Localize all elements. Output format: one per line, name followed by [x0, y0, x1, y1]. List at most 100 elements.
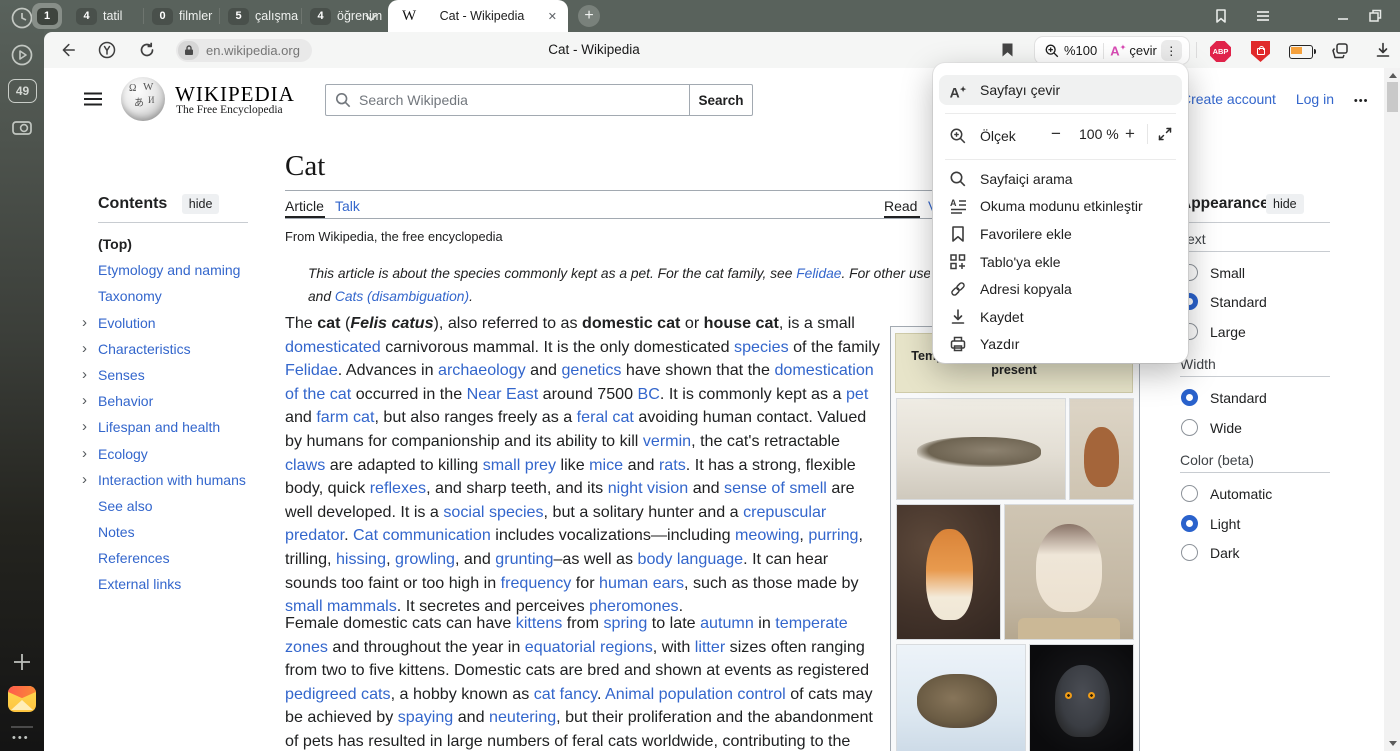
page-scrollbar[interactable]: [1384, 68, 1400, 751]
cat-photo-snow-tabby[interactable]: [897, 645, 1025, 751]
zoom-out-button[interactable]: −: [1051, 124, 1061, 144]
radio-width-standard[interactable]: [1181, 389, 1198, 406]
download-icon[interactable]: [1374, 41, 1392, 59]
zoom-in-button[interactable]: +: [1125, 124, 1135, 144]
lock-icon[interactable]: [178, 41, 199, 60]
groups-chevron-down-icon[interactable]: [364, 10, 378, 20]
toc-item[interactable]: ›Behavior: [98, 388, 283, 414]
toc-item[interactable]: ›Interaction with humans: [98, 467, 283, 493]
window-menu-icon[interactable]: [1254, 7, 1272, 25]
tab-close-icon[interactable]: ✕: [548, 10, 557, 23]
radio-color-automatic[interactable]: [1181, 485, 1198, 502]
chevron-right-icon[interactable]: ›: [82, 336, 87, 362]
scroll-up-arrow[interactable]: [1389, 73, 1397, 78]
chevron-right-icon[interactable]: ›: [82, 467, 87, 493]
toc-item[interactable]: Etymology and naming: [98, 257, 283, 283]
toc-item[interactable]: ›Senses: [98, 362, 283, 388]
radio-label[interactable]: Wide: [1210, 420, 1242, 436]
more-options-icon[interactable]: •••: [1354, 95, 1369, 107]
radio-color-dark[interactable]: [1181, 544, 1198, 561]
fullscreen-expand-icon[interactable]: [1157, 126, 1173, 142]
scrollbar-thumb[interactable]: [1387, 82, 1398, 112]
radio-color-light[interactable]: [1181, 515, 1198, 532]
menu-item-translate-page[interactable]: A✦ Sayfayı çevir: [939, 75, 1182, 105]
play-icon[interactable]: [9, 42, 35, 68]
chevron-right-icon[interactable]: ›: [82, 388, 87, 414]
translate-label[interactable]: çevir: [1129, 43, 1156, 58]
create-account-link[interactable]: Create account: [1181, 91, 1276, 107]
chevron-right-icon[interactable]: ›: [82, 441, 87, 467]
toc-item[interactable]: External links: [98, 571, 283, 597]
radio-label[interactable]: Automatic: [1210, 486, 1272, 502]
tab-talk[interactable]: Talk: [335, 198, 360, 214]
radio-width-wide[interactable]: [1181, 419, 1198, 436]
close-window-icon[interactable]: [1396, 7, 1400, 25]
cat-photo-gray[interactable]: [1030, 645, 1133, 751]
tab-article[interactable]: Article: [285, 198, 324, 214]
tab-group-filmler[interactable]: 0 filmler: [152, 6, 212, 26]
toc-item[interactable]: See also: [98, 493, 283, 519]
menu-item-print[interactable]: Yazdır: [939, 331, 1182, 359]
radio-label[interactable]: Standard: [1210, 390, 1267, 406]
wiki-search-button[interactable]: Search: [690, 84, 753, 116]
toc-item-top[interactable]: (Top): [98, 231, 283, 257]
wiki-search-input[interactable]: [357, 91, 689, 109]
cat-photo-abyssinian[interactable]: [1070, 399, 1133, 499]
shield-lock-icon[interactable]: [1251, 41, 1270, 62]
sidebar-more-dots-icon[interactable]: •••: [12, 732, 30, 744]
wiki-hamburger-icon[interactable]: [84, 92, 102, 106]
menu-item-add-to-favorites[interactable]: Favorilere ekle: [939, 220, 1182, 248]
chevron-right-icon[interactable]: ›: [82, 362, 87, 388]
toc-item[interactable]: ›Characteristics: [98, 336, 283, 362]
yandex-mail-icon[interactable]: [8, 686, 36, 712]
new-tab-button[interactable]: +: [578, 5, 600, 27]
toc-item[interactable]: ›Evolution: [98, 310, 283, 336]
menu-item-add-to-tableau[interactable]: Tablo'ya ekle: [939, 248, 1182, 276]
screen-share-icon[interactable]: [9, 115, 35, 141]
tab-group-tatil[interactable]: 4 tatil: [76, 6, 122, 26]
radio-label[interactable]: Standard: [1210, 294, 1267, 310]
tab-counter-badge[interactable]: 49: [8, 79, 37, 103]
toc-item[interactable]: References: [98, 545, 283, 571]
back-icon[interactable]: [58, 41, 76, 59]
side-panel-icon[interactable]: [1212, 7, 1230, 25]
bookmark-flag-icon[interactable]: [1000, 42, 1015, 58]
restore-window-icon[interactable]: [1366, 7, 1384, 25]
sidebar-plus-icon[interactable]: [9, 649, 35, 675]
chevron-right-icon[interactable]: ›: [82, 310, 87, 336]
radio-label[interactable]: Small: [1210, 265, 1245, 281]
menu-item-find-in-page[interactable]: Sayfaiçi arama: [939, 165, 1182, 193]
minimize-icon[interactable]: [1334, 7, 1352, 25]
abp-icon[interactable]: ABP: [1210, 41, 1231, 62]
log-in-link[interactable]: Log in: [1296, 91, 1334, 107]
menu-item-copy-address[interactable]: Adresi kopyala: [939, 275, 1182, 303]
cat-photo-siamese[interactable]: [1005, 505, 1133, 639]
radio-label[interactable]: Large: [1210, 324, 1246, 340]
cat-photo-ginger-white[interactable]: [897, 505, 1000, 639]
menu-item-reader-mode[interactable]: A Okuma modunu etkinleştir: [939, 193, 1182, 221]
tab-group-active[interactable]: 1: [32, 3, 62, 29]
tab-read[interactable]: Read: [884, 198, 917, 214]
appearance-hide-button[interactable]: hide: [1266, 194, 1304, 214]
cat-photo-tabby-lying[interactable]: [897, 399, 1065, 499]
radio-label[interactable]: Light: [1210, 516, 1240, 532]
tab-group-calisma[interactable]: 5 çalışma: [228, 6, 298, 26]
toc-item[interactable]: ›Ecology: [98, 441, 283, 467]
yandex-services-icon[interactable]: [98, 41, 116, 59]
windows-icon[interactable]: [1330, 41, 1350, 61]
menu-item-save[interactable]: Kaydet: [939, 303, 1182, 331]
wikipedia-globe-logo[interactable]: Ω W あ И: [121, 77, 165, 121]
zoom-level-label[interactable]: %100: [1064, 43, 1097, 58]
kebab-menu-button[interactable]: ⋮: [1161, 40, 1182, 61]
toc-item[interactable]: ›Lifespan and health: [98, 414, 283, 440]
refresh-icon[interactable]: [138, 41, 156, 59]
toc-item[interactable]: Notes: [98, 519, 283, 545]
scroll-down-arrow[interactable]: [1389, 741, 1397, 746]
battery-icon[interactable]: [1289, 45, 1313, 59]
url-chip[interactable]: en.wikipedia.org: [176, 39, 312, 62]
chevron-right-icon[interactable]: ›: [82, 414, 87, 440]
wiki-search-box[interactable]: [325, 84, 690, 116]
radio-label[interactable]: Dark: [1210, 545, 1240, 561]
contents-hide-button[interactable]: hide: [182, 194, 220, 214]
toc-item[interactable]: Taxonomy: [98, 283, 283, 309]
